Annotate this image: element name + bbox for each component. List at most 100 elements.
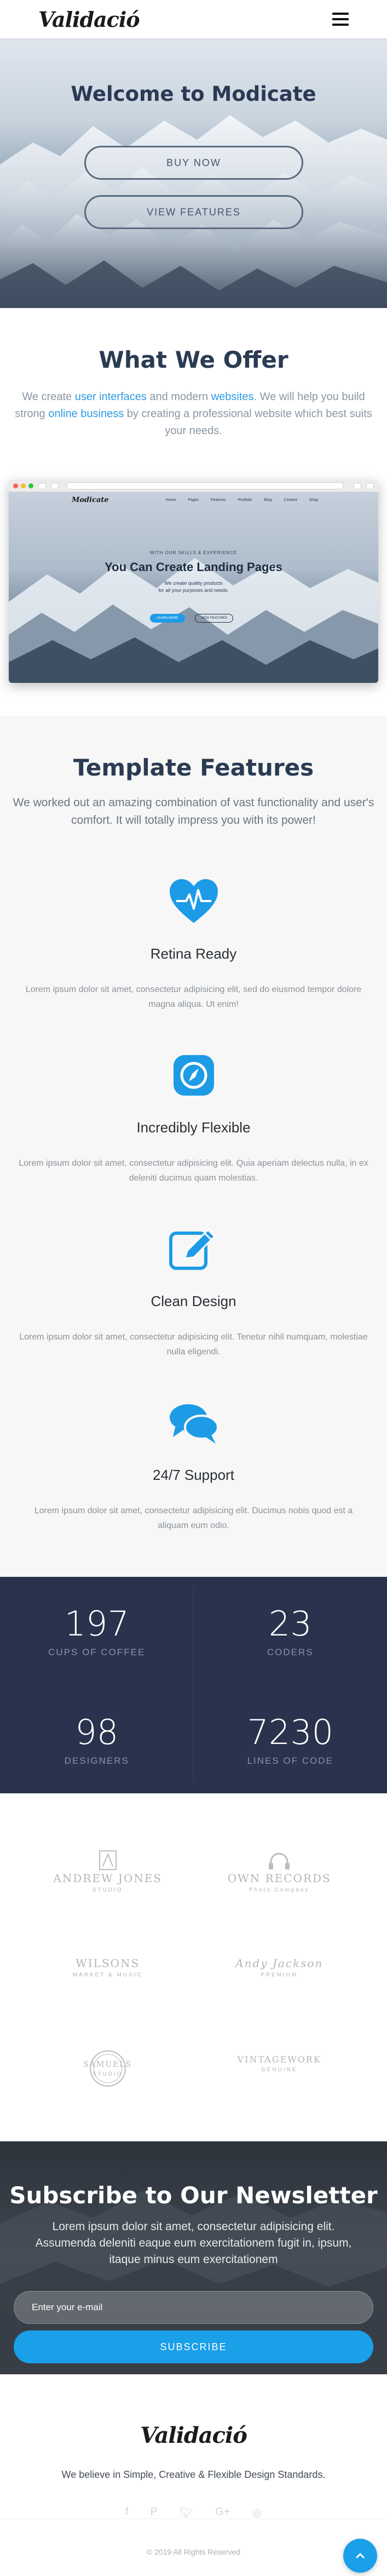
tabs-icon (366, 483, 374, 489)
preview-view-features-button: VIEW FEATURES (195, 614, 233, 623)
social-links: f P 🐦︎ G+ ◎ (0, 2506, 387, 2520)
newsletter-text: Lorem ipsum dolor sit amet, consectetur … (24, 2219, 363, 2268)
websites-link[interactable]: websites (211, 391, 254, 403)
client-sub: STUDIO (93, 2071, 123, 2077)
feature-text: Lorem ipsum dolor sit amet, consectetur … (19, 1156, 369, 1186)
minimize-dot-icon (21, 483, 26, 488)
site-logo[interactable]: Validació (38, 7, 140, 32)
client-logo[interactable]: OWN RECORDS Photo Company (228, 1850, 331, 1893)
feature-title: Clean Design (0, 1293, 387, 1310)
offer-title: What We Offer (0, 346, 387, 373)
features-title: Template Features (0, 754, 387, 781)
feature-text: Lorem ipsum dolor sit amet, consectetur … (19, 1503, 369, 1533)
pinterest-icon[interactable]: P (151, 2506, 158, 2520)
offer-text-4: by creating a professional website which… (124, 408, 372, 437)
preview-subtitle: WITH OUR SKILLS & EXPERIENCE (9, 550, 378, 555)
preview-nav-link: Portfolio (238, 498, 252, 502)
footer-tagline: We believe in Simple, Creative & Flexibl… (0, 2469, 387, 2481)
maximize-dot-icon (28, 483, 33, 488)
chevron-up-icon (355, 2552, 366, 2560)
andrew-jones-emblem-icon (83, 1850, 132, 1872)
stat-item: 23 CODERS (194, 1577, 387, 1685)
scroll-to-top-button[interactable] (343, 2539, 377, 2573)
preview-nav-link: Features (211, 498, 226, 502)
stat-value: 7230 (247, 1712, 333, 1752)
newsletter-title: Subscribe to Our Newsletter (0, 2141, 387, 2209)
client-logo[interactable]: VINTAGEWORK GENUINE (238, 2054, 321, 2073)
compass-icon (171, 1053, 216, 1098)
online-business-link[interactable]: online business (48, 408, 124, 420)
copyright-text: © 2019 All Rights Reserved (0, 2547, 387, 2556)
instagram-icon[interactable]: ◎ (252, 2506, 262, 2520)
features-section: Template Features We worked out an amazi… (0, 716, 387, 1577)
preview-nav-link: Blog (264, 498, 272, 502)
preview-nav-link: Contact (284, 498, 297, 502)
footer-logo[interactable]: Validació (140, 2423, 247, 2448)
client-logo[interactable]: ANDREW JONES STUDIO (53, 1850, 162, 1893)
client-name: OWN RECORDS (228, 1872, 331, 1885)
preview-nav-links: Home Pages Features Portfolio Blog Conta… (166, 498, 318, 502)
client-logo[interactable]: SAMUELS STUDIO (83, 2049, 132, 2077)
buy-now-button[interactable]: BUY NOW (84, 146, 303, 180)
view-features-button[interactable]: VIEW FEATURES (84, 195, 303, 229)
stat-item: 7230 LINES OF CODE (194, 1685, 387, 1794)
client-logo[interactable]: Andy Jackson PREMIUM (235, 1957, 323, 1978)
browser-mockup: Modicate Home Pages Features Portfolio B… (9, 480, 378, 683)
feature-item: Clean Design Lorem ipsum dolor sit amet,… (0, 1224, 387, 1359)
newsletter-section: Subscribe to Our Newsletter Lorem ipsum … (0, 2141, 387, 2374)
offer-section: What We Offer We create user interfaces … (0, 308, 387, 683)
share-icon (354, 483, 361, 489)
feature-text: Lorem ipsum dolor sit amet, consectetur … (19, 1330, 369, 1359)
stat-value: 197 (65, 1604, 129, 1644)
stat-label: LINES OF CODE (247, 1756, 333, 1766)
client-sub: MARKET & MUSIC (73, 1972, 143, 1978)
client-name: Andy Jackson (235, 1957, 323, 1970)
footer: Validació We believe in Simple, Creative… (0, 2374, 387, 2576)
preview-navbar: Modicate Home Pages Features Portfolio B… (9, 492, 378, 508)
client-name: SAMUELS (83, 2060, 132, 2069)
features-subtitle: We worked out an amazing combination of … (10, 794, 377, 829)
stat-label: CUPS OF COFFEE (48, 1647, 145, 1658)
feature-item: Incredibly Flexible Lorem ipsum dolor si… (0, 1050, 387, 1186)
feature-item: 24/7 Support Lorem ipsum dolor sit amet,… (0, 1398, 387, 1533)
preview-desc-line: for all your purposes and needs. (9, 587, 378, 594)
stat-value: 23 (269, 1604, 312, 1644)
stat-item: 98 DESIGNERS (0, 1685, 194, 1794)
client-logo[interactable]: WILSONS MARKET & MUSIC (73, 1957, 143, 1978)
facebook-icon[interactable]: f (125, 2506, 129, 2520)
stat-label: DESIGNERS (65, 1756, 129, 1766)
offer-text-2: and modern (147, 391, 211, 403)
navbar: Validació (0, 0, 387, 38)
google-plus-icon[interactable]: G+ (215, 2506, 230, 2520)
close-dot-icon (13, 483, 18, 488)
preview-screen: Modicate Home Pages Features Portfolio B… (9, 492, 378, 683)
client-sub: STUDIO (93, 1887, 123, 1893)
client-name: VINTAGEWORK (238, 2054, 321, 2065)
heart-pulse-icon (169, 878, 219, 925)
stat-label: CODERS (267, 1647, 314, 1658)
preview-title: You Can Create Landing Pages (9, 560, 378, 574)
stats-section: 197 CUPS OF COFFEE 23 CODERS 98 DESIGNER… (0, 1577, 387, 1793)
client-name: ANDREW JONES (53, 1872, 162, 1885)
offer-description: We create user interfaces and modern web… (13, 389, 374, 440)
address-bar (67, 482, 343, 489)
preview-nav-link: Pages (188, 498, 199, 502)
feature-title: 24/7 Support (0, 1467, 387, 1484)
footer-divider (0, 2518, 387, 2519)
back-icon (38, 483, 46, 489)
subscribe-button[interactable]: SUBSCRIBE (14, 2330, 373, 2363)
feature-text: Lorem ipsum dolor sit amet, consectetur … (19, 982, 369, 1012)
offer-text-1: We create (22, 391, 74, 403)
twitter-icon[interactable]: 🐦︎ (180, 2506, 193, 2520)
hamburger-menu-icon[interactable] (332, 13, 349, 26)
user-interfaces-link[interactable]: user interfaces (75, 391, 147, 403)
client-name: WILSONS (76, 1957, 140, 1970)
feature-title: Incredibly Flexible (0, 1119, 387, 1136)
hero-section: Welcome to Modicate BUY NOW VIEW FEATURE… (0, 38, 387, 308)
hero-title: Welcome to Modicate (0, 82, 387, 106)
feature-item: Retina Ready Lorem ipsum dolor sit amet,… (0, 876, 387, 1012)
email-input[interactable]: Enter your e-mail (14, 2291, 373, 2324)
edit-icon (169, 1227, 219, 1272)
client-sub: GENUINE (261, 2067, 298, 2073)
preview-nav-link: Home (166, 498, 176, 502)
